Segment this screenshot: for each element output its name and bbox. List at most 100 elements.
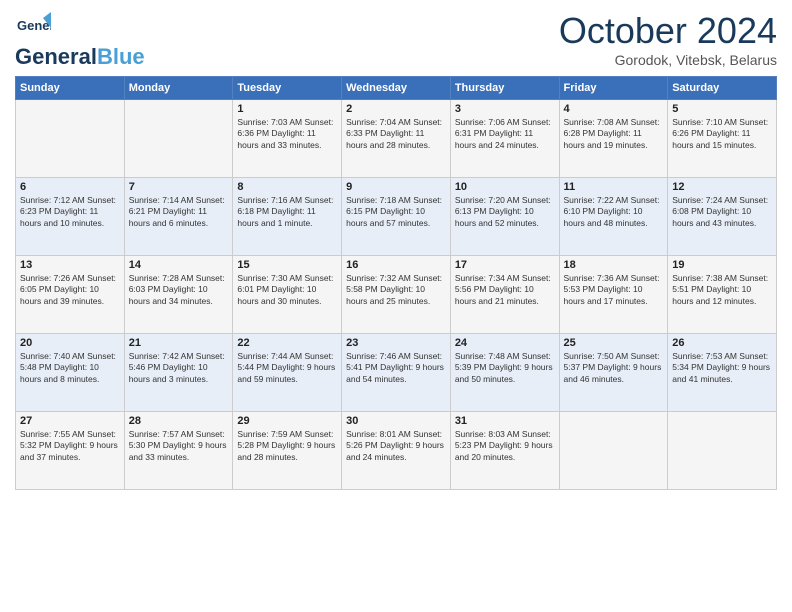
title-block: October 2024 Gorodok, Vitebsk, Belarus (559, 10, 777, 68)
table-row: 11 Sunrise: 7:22 AM Sunset: 6:10 PM Dayli… (559, 178, 668, 256)
day-number: 15 (237, 259, 337, 271)
day-content: Sunrise: 7:06 AM Sunset: 6:31 PM Dayligh… (455, 117, 555, 151)
day-content: Sunrise: 7:24 AM Sunset: 6:08 PM Dayligh… (672, 195, 772, 229)
table-row: 26Sunrise: 7:53 AM Sunset: 5:34 PM Dayli… (668, 334, 777, 412)
day-content: Sunrise: 7:30 AM Sunset: 6:01 PM Dayligh… (237, 273, 337, 307)
table-row: 17 Sunrise: 7:34 AM Sunset: 5:56 PM Dayli… (450, 256, 559, 334)
day-number: 2 (346, 103, 446, 115)
header-tuesday: Tuesday (233, 77, 342, 100)
day-content: Sunrise: 7:59 AM Sunset: 5:28 PM Dayligh… (237, 429, 337, 463)
calendar-table: Sunday Monday Tuesday Wednesday Thursday… (15, 76, 777, 490)
day-number: 6 (20, 181, 120, 193)
table-row: 5 Sunrise: 7:10 AM Sunset: 6:26 PM Daylig… (668, 100, 777, 178)
day-number: 25 (564, 337, 664, 349)
day-number: 4 (564, 103, 664, 115)
day-number: 29 (237, 415, 337, 427)
day-content: Sunrise: 7:53 AM Sunset: 5:34 PM Dayligh… (672, 351, 772, 385)
day-content: Sunrise: 7:22 AM Sunset: 6:10 PM Dayligh… (564, 195, 664, 229)
table-row: 13Sunrise: 7:26 AM Sunset: 6:05 PM Dayli… (16, 256, 125, 334)
day-content: Sunrise: 7:40 AM Sunset: 5:48 PM Dayligh… (20, 351, 120, 385)
day-content: Sunrise: 7:57 AM Sunset: 5:30 PM Dayligh… (129, 429, 229, 463)
calendar-week-row: 13Sunrise: 7:26 AM Sunset: 6:05 PM Dayli… (16, 256, 777, 334)
day-content: Sunrise: 7:14 AM Sunset: 6:21 PM Dayligh… (129, 195, 229, 229)
day-content: Sunrise: 7:10 AM Sunset: 6:26 PM Dayligh… (672, 117, 772, 151)
day-number: 27 (20, 415, 120, 427)
month-title: October 2024 (559, 10, 777, 52)
table-row: 8 Sunrise: 7:16 AM Sunset: 6:18 PM Daylig… (233, 178, 342, 256)
table-row: 18 Sunrise: 7:36 AM Sunset: 5:53 PM Dayli… (559, 256, 668, 334)
table-row: 3Sunrise: 7:06 AM Sunset: 6:31 PM Daylig… (450, 100, 559, 178)
day-number: 8 (237, 181, 337, 193)
day-content: Sunrise: 7:42 AM Sunset: 5:46 PM Dayligh… (129, 351, 229, 385)
table-row (668, 412, 777, 490)
header-saturday: Saturday (668, 77, 777, 100)
day-number: 9 (346, 181, 446, 193)
day-number: 24 (455, 337, 555, 349)
day-number: 11 (564, 181, 664, 193)
header-friday: Friday (559, 77, 668, 100)
table-row: 24Sunrise: 7:48 AM Sunset: 5:39 PM Dayli… (450, 334, 559, 412)
table-row: 15 Sunrise: 7:30 AM Sunset: 6:01 PM Dayli… (233, 256, 342, 334)
day-number: 20 (20, 337, 120, 349)
table-row: 9 Sunrise: 7:18 AM Sunset: 6:15 PM Daylig… (342, 178, 451, 256)
table-row: 25 Sunrise: 7:50 AM Sunset: 5:37 PM Dayli… (559, 334, 668, 412)
header-wednesday: Wednesday (342, 77, 451, 100)
table-row: 20 Sunrise: 7:40 AM Sunset: 5:48 PM Dayli… (16, 334, 125, 412)
table-row (559, 412, 668, 490)
day-number: 28 (129, 415, 229, 427)
table-row: 2 Sunrise: 7:04 AM Sunset: 6:33 PM Daylig… (342, 100, 451, 178)
calendar-week-row: 1Sunrise: 7:03 AM Sunset: 6:36 PM Daylig… (16, 100, 777, 178)
day-content: Sunrise: 7:44 AM Sunset: 5:44 PM Dayligh… (237, 351, 337, 385)
logo: General General Blue (15, 10, 145, 68)
calendar-page: General General Blue October 2024 Gorodo… (0, 0, 792, 612)
day-number: 18 (564, 259, 664, 271)
day-number: 14 (129, 259, 229, 271)
day-number: 5 (672, 103, 772, 115)
day-number: 31 (455, 415, 555, 427)
table-row: 1Sunrise: 7:03 AM Sunset: 6:36 PM Daylig… (233, 100, 342, 178)
table-row: 12 Sunrise: 7:24 AM Sunset: 6:08 PM Dayli… (668, 178, 777, 256)
logo-blue: Blue (97, 46, 145, 68)
day-number: 23 (346, 337, 446, 349)
day-content: Sunrise: 7:28 AM Sunset: 6:03 PM Dayligh… (129, 273, 229, 307)
day-content: Sunrise: 7:04 AM Sunset: 6:33 PM Dayligh… (346, 117, 446, 151)
day-number: 19 (672, 259, 772, 271)
day-content: Sunrise: 7:32 AM Sunset: 5:58 PM Dayligh… (346, 273, 446, 307)
day-content: Sunrise: 7:08 AM Sunset: 6:28 PM Dayligh… (564, 117, 664, 151)
calendar-week-row: 6Sunrise: 7:12 AM Sunset: 6:23 PM Daylig… (16, 178, 777, 256)
table-row: 16Sunrise: 7:32 AM Sunset: 5:58 PM Dayli… (342, 256, 451, 334)
header-thursday: Thursday (450, 77, 559, 100)
weekday-header-row: Sunday Monday Tuesday Wednesday Thursday… (16, 77, 777, 100)
day-content: Sunrise: 7:46 AM Sunset: 5:41 PM Dayligh… (346, 351, 446, 385)
table-row: 23 Sunrise: 7:46 AM Sunset: 5:41 PM Dayli… (342, 334, 451, 412)
header-monday: Monday (124, 77, 233, 100)
table-row: 22 Sunrise: 7:44 AM Sunset: 5:44 PM Dayli… (233, 334, 342, 412)
day-number: 17 (455, 259, 555, 271)
day-content: Sunrise: 7:50 AM Sunset: 5:37 PM Dayligh… (564, 351, 664, 385)
day-number: 12 (672, 181, 772, 193)
day-number: 21 (129, 337, 229, 349)
logo-general: General (15, 46, 97, 68)
table-row (124, 100, 233, 178)
logo-icon: General (15, 10, 51, 46)
day-content: Sunrise: 7:18 AM Sunset: 6:15 PM Dayligh… (346, 195, 446, 229)
day-content: Sunrise: 7:16 AM Sunset: 6:18 PM Dayligh… (237, 195, 337, 229)
table-row: 30Sunrise: 8:01 AM Sunset: 5:26 PM Dayli… (342, 412, 451, 490)
day-content: Sunrise: 7:36 AM Sunset: 5:53 PM Dayligh… (564, 273, 664, 307)
day-number: 30 (346, 415, 446, 427)
header-sunday: Sunday (16, 77, 125, 100)
calendar-week-row: 27 Sunrise: 7:55 AM Sunset: 5:32 PM Dayli… (16, 412, 777, 490)
day-content: Sunrise: 7:55 AM Sunset: 5:32 PM Dayligh… (20, 429, 120, 463)
day-number: 7 (129, 181, 229, 193)
table-row: 21 Sunrise: 7:42 AM Sunset: 5:46 PM Dayli… (124, 334, 233, 412)
day-content: Sunrise: 7:34 AM Sunset: 5:56 PM Dayligh… (455, 273, 555, 307)
day-number: 22 (237, 337, 337, 349)
table-row: 31Sunrise: 8:03 AM Sunset: 5:23 PM Dayli… (450, 412, 559, 490)
table-row: 6Sunrise: 7:12 AM Sunset: 6:23 PM Daylig… (16, 178, 125, 256)
table-row: 19 Sunrise: 7:38 AM Sunset: 5:51 PM Dayli… (668, 256, 777, 334)
table-row: 4 Sunrise: 7:08 AM Sunset: 6:28 PM Daylig… (559, 100, 668, 178)
day-content: Sunrise: 7:38 AM Sunset: 5:51 PM Dayligh… (672, 273, 772, 307)
day-number: 10 (455, 181, 555, 193)
header: General General Blue October 2024 Gorodo… (15, 10, 777, 68)
table-row: 14 Sunrise: 7:28 AM Sunset: 6:03 PM Dayli… (124, 256, 233, 334)
